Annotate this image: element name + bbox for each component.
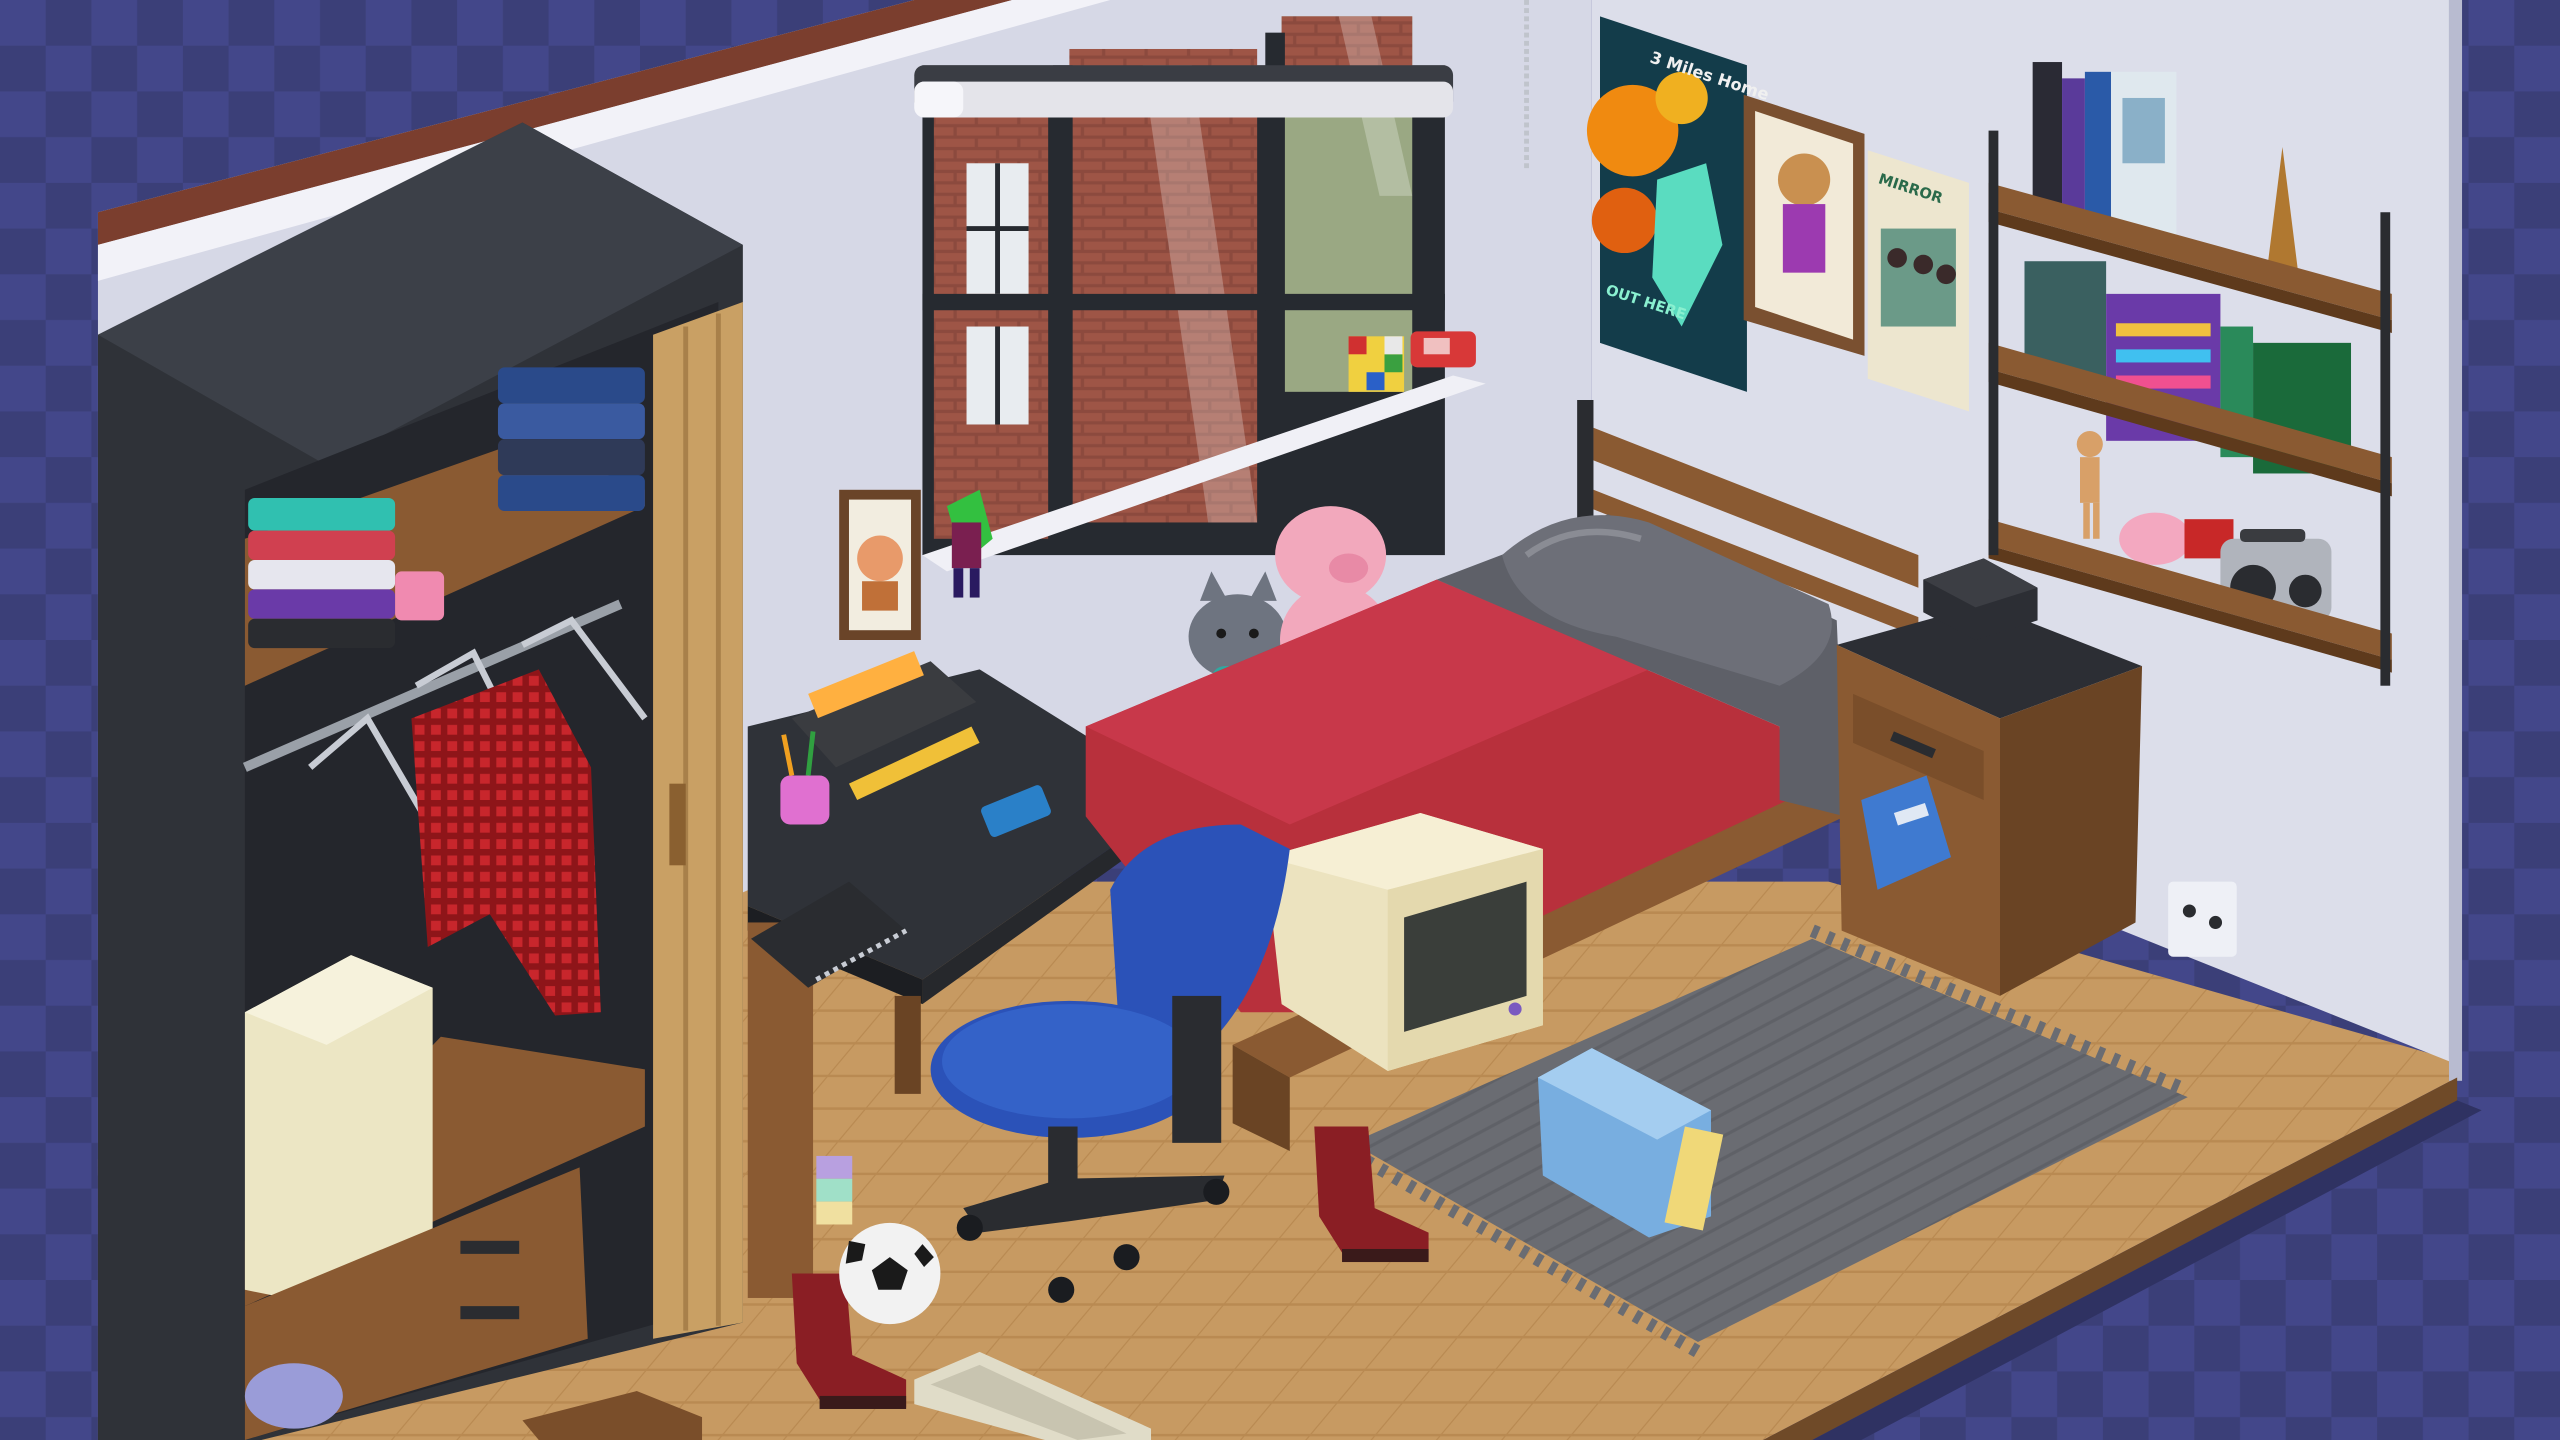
game-viewport: 3 Miles Home OUT HERE MIRROR [0, 0, 2560, 1440]
framed-fox-poster[interactable] [1743, 94, 1865, 356]
bedroom-scene: 3 Miles Home OUT HERE MIRROR [0, 0, 2560, 1440]
poster-small[interactable]: MIRROR [1867, 150, 1969, 412]
wardrobe-folding-door[interactable] [653, 302, 743, 1339]
soccer-ball[interactable] [839, 1222, 941, 1325]
folded-jeans[interactable] [497, 367, 645, 512]
window[interactable] [914, 0, 1529, 572]
framed-portrait[interactable] [839, 489, 921, 640]
wall-edge-right [2448, 0, 2463, 1081]
sneakers[interactable] [244, 1363, 343, 1429]
handheld-console[interactable] [1410, 331, 1476, 368]
rubiks-cube[interactable] [1348, 336, 1405, 392]
wardrobe[interactable] [97, 122, 743, 1440]
piggy-bank[interactable] [2119, 512, 2192, 565]
wall-outlet[interactable] [2168, 881, 2237, 957]
book-stack[interactable] [816, 1155, 853, 1225]
desk-leg [894, 995, 921, 1094]
